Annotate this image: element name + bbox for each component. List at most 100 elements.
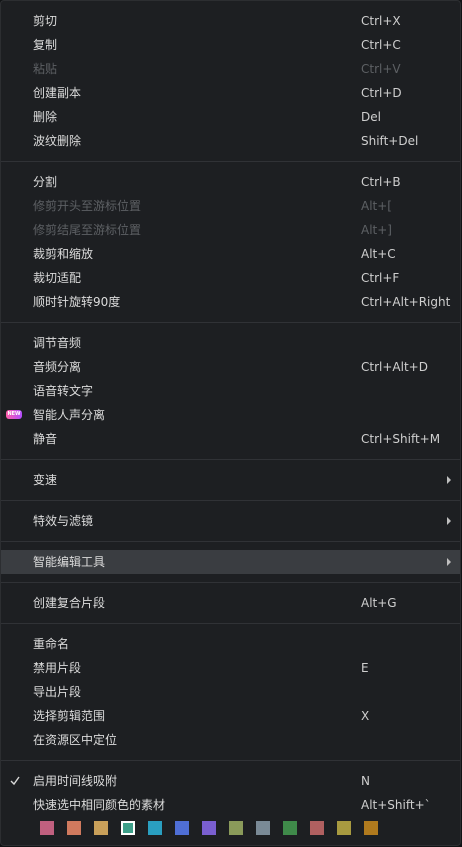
menu-item-locate-in-media[interactable]: 在资源区中定位	[1, 728, 460, 752]
menu-item-mute[interactable]: 静音 Ctrl+Shift+M	[1, 427, 460, 451]
color-swatch[interactable]	[67, 821, 81, 835]
menu-item-speech-to-text[interactable]: 语音转文字	[1, 379, 460, 403]
menu-item-shortcut: Alt+[	[361, 199, 392, 213]
menu-item-effects-filters[interactable]: 特效与滤镜	[1, 509, 460, 533]
menu-item-disable-clip[interactable]: 禁用片段 E	[1, 656, 460, 680]
menu-item-shortcut: E	[361, 661, 369, 675]
menu-item-rotate-cw[interactable]: 顺时针旋转90度 Ctrl+Alt+Right	[1, 290, 460, 314]
menu-item-label: 禁用片段	[33, 661, 82, 675]
menu-item-adjust-audio[interactable]: 调节音频	[1, 331, 460, 355]
menu-separator	[1, 161, 460, 162]
menu-item-rename[interactable]: 重命名	[1, 632, 460, 656]
submenu-arrow-icon	[447, 476, 451, 484]
menu-separator	[1, 582, 460, 583]
color-swatch[interactable]	[94, 821, 108, 835]
menu-item-trim-start[interactable]: 修剪开头至游标位置 Alt+[	[1, 194, 460, 218]
menu-item-cut[interactable]: 剪切 Ctrl+X	[1, 9, 460, 33]
menu-item-label: 智能编辑工具	[33, 555, 106, 569]
menu-separator	[1, 459, 460, 460]
menu-item-label: 修剪结尾至游标位置	[33, 223, 142, 237]
menu-item-shortcut: Ctrl+Alt+Right	[361, 295, 451, 309]
menu-item-paste[interactable]: 粘贴 Ctrl+V	[1, 57, 460, 81]
new-badge: NEW	[6, 410, 22, 419]
menu-item-select-range[interactable]: 选择剪辑范围 X	[1, 704, 460, 728]
menu-item-label: 选择剪辑范围	[33, 709, 106, 723]
menu-item-label: 快速选中相同颜色的素材	[33, 798, 166, 812]
menu-item-label: 智能人声分离	[33, 408, 106, 422]
menu-item-shortcut: Del	[361, 110, 381, 124]
menu-item-label: 删除	[33, 110, 58, 124]
color-swatch[interactable]	[121, 821, 135, 835]
menu-item-label: 创建副本	[33, 86, 82, 100]
menu-item-label: 复制	[33, 38, 58, 52]
menu-item-label: 导出片段	[33, 685, 82, 699]
menu-item-shortcut: Ctrl+C	[361, 38, 401, 52]
menu-item-select-same-color[interactable]: 快速选中相同颜色的素材 Alt+Shift+`	[1, 793, 460, 817]
menu-item-label: 变速	[33, 473, 58, 487]
submenu-arrow-icon	[447, 517, 451, 525]
menu-item-copy[interactable]: 复制 Ctrl+C	[1, 33, 460, 57]
menu-item-shortcut: Ctrl+D	[361, 86, 402, 100]
submenu-arrow-icon	[447, 558, 451, 566]
menu-item-shortcut: Alt+Shift+`	[361, 798, 431, 812]
menu-separator	[1, 541, 460, 542]
menu-item-shortcut: Alt+G	[361, 596, 397, 610]
menu-item-label: 裁剪和缩放	[33, 247, 94, 261]
color-swatch[interactable]	[256, 821, 270, 835]
menu-item-detach-audio[interactable]: 音频分离 Ctrl+Alt+D	[1, 355, 460, 379]
color-swatch[interactable]	[337, 821, 351, 835]
menu-item-vocal-separation[interactable]: NEW 智能人声分离	[1, 403, 460, 427]
menu-item-crop-fit[interactable]: 裁切适配 Ctrl+F	[1, 266, 460, 290]
menu-item-export-clip[interactable]: 导出片段	[1, 680, 460, 704]
menu-item-trim-end[interactable]: 修剪结尾至游标位置 Alt+]	[1, 218, 460, 242]
menu-item-label: 裁切适配	[33, 271, 82, 285]
menu-item-duplicate[interactable]: 创建副本 Ctrl+D	[1, 81, 460, 105]
menu-item-delete[interactable]: 删除 Del	[1, 105, 460, 129]
menu-item-timeline-snap[interactable]: 启用时间线吸附 N	[1, 769, 460, 793]
menu-item-shortcut: Ctrl+B	[361, 175, 401, 189]
menu-separator	[1, 623, 460, 624]
menu-separator	[1, 500, 460, 501]
color-swatch[interactable]	[202, 821, 216, 835]
color-swatch[interactable]	[175, 821, 189, 835]
menu-item-label: 静音	[33, 432, 58, 446]
color-swatch[interactable]	[283, 821, 297, 835]
menu-item-label: 粘贴	[33, 62, 58, 76]
menu-item-shortcut: X	[361, 709, 370, 723]
color-swatch[interactable]	[229, 821, 243, 835]
menu-item-label: 创建复合片段	[33, 596, 106, 610]
menu-item-ripple-delete[interactable]: 波纹删除 Shift+Del	[1, 129, 460, 153]
menu-item-shortcut: Ctrl+Shift+M	[361, 432, 441, 446]
menu-item-shortcut: Ctrl+X	[361, 14, 401, 28]
color-swatch[interactable]	[310, 821, 324, 835]
check-icon	[10, 776, 20, 786]
menu-item-shortcut: Alt+]	[361, 223, 392, 237]
menu-item-label: 特效与滤镜	[33, 514, 94, 528]
color-swatch[interactable]	[40, 821, 54, 835]
menu-item-shortcut: Ctrl+V	[361, 62, 401, 76]
menu-item-label: 在资源区中定位	[33, 733, 118, 747]
menu-item-label: 波纹删除	[33, 134, 82, 148]
menu-item-label: 调节音频	[33, 336, 82, 350]
color-swatch[interactable]	[148, 821, 162, 835]
menu-item-label: 剪切	[33, 14, 58, 28]
menu-item-label: 音频分离	[33, 360, 82, 374]
context-menu: 剪切 Ctrl+X 复制 Ctrl+C 粘贴 Ctrl+V 创建副本 Ctrl+…	[0, 0, 461, 846]
menu-item-label: 重命名	[33, 637, 70, 651]
menu-item-shortcut: Alt+C	[361, 247, 396, 261]
menu-separator	[1, 322, 460, 323]
color-swatch-row	[1, 821, 460, 837]
menu-item-speed[interactable]: 变速	[1, 468, 460, 492]
menu-item-shortcut: Ctrl+F	[361, 271, 400, 285]
menu-item-smart-edit-tools[interactable]: 智能编辑工具	[1, 550, 460, 574]
menu-item-split[interactable]: 分割 Ctrl+B	[1, 170, 460, 194]
menu-item-label: 语音转文字	[33, 384, 94, 398]
menu-separator	[1, 760, 460, 761]
menu-item-label: 启用时间线吸附	[33, 774, 118, 788]
menu-item-create-compound-clip[interactable]: 创建复合片段 Alt+G	[1, 591, 460, 615]
menu-item-crop-zoom[interactable]: 裁剪和缩放 Alt+C	[1, 242, 460, 266]
menu-item-label: 分割	[33, 175, 58, 189]
color-swatch[interactable]	[364, 821, 378, 835]
menu-item-shortcut: Ctrl+Alt+D	[361, 360, 428, 374]
menu-item-shortcut: N	[361, 774, 370, 788]
